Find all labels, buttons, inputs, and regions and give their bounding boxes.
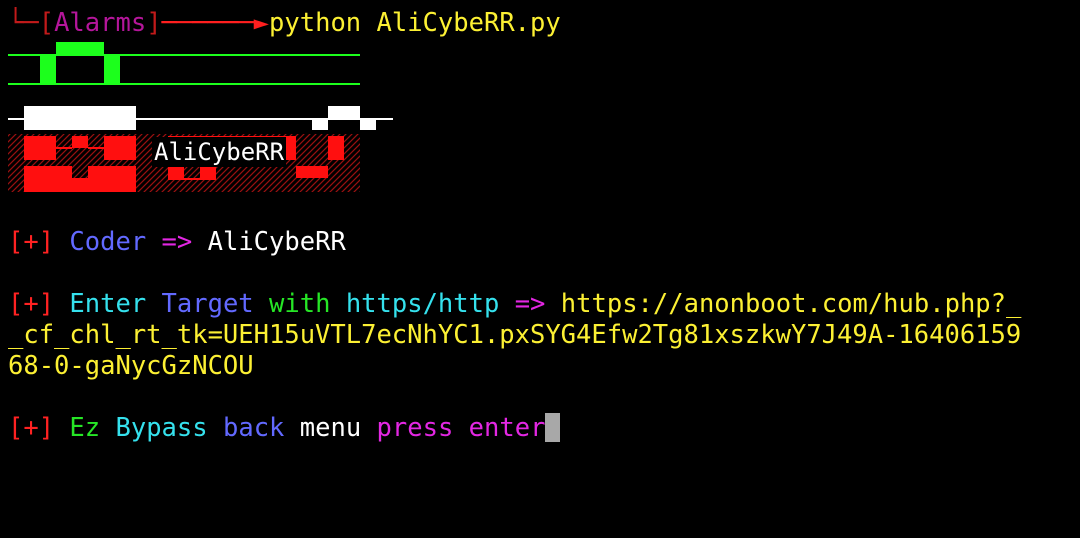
target-line: [+] Enter Target with https/http => http…	[8, 289, 1074, 382]
bypass-word-menu: menu	[299, 413, 362, 443]
terminal-window[interactable]: └─[Alarms]──────►python AliCybeRR.py Ali…	[0, 0, 1080, 538]
coder-line: [+] Coder => AliCybeRR	[8, 227, 346, 258]
prompt-arrow-icon: ──────►	[161, 8, 270, 38]
bypass-word-back: back	[222, 413, 285, 443]
coder-label: Coder	[69, 227, 147, 257]
prompt-tree-glyph: └─	[8, 8, 39, 38]
bypass-word-press: press	[376, 413, 454, 443]
target-url-part1: https://anonboot.com/hub.php?_	[560, 289, 1022, 319]
prompt-bracket-close: ]	[146, 8, 162, 38]
prompt-context: Alarms	[54, 8, 147, 38]
target-url-part2: _cf_chl_rt_tk=UEH15uVTL7ecNhYC1.pxSYG4Ef…	[8, 320, 1022, 350]
target-marker: [+]	[8, 289, 55, 319]
bypass-line: [+] Ez Bypass back menu press enter	[8, 413, 561, 444]
target-word-protocol: https/http	[345, 289, 500, 319]
prompt-command: python AliCybeRR.py	[269, 8, 561, 38]
prompt-bracket-open: [	[38, 8, 55, 38]
target-word-with: with	[269, 289, 331, 319]
prompt-line: └─[Alarms]──────►python AliCybeRR.py	[8, 8, 561, 39]
bypass-marker: [+]	[8, 413, 55, 443]
bypass-word-bypass: Bypass	[115, 413, 208, 443]
banner-green-block	[8, 42, 360, 85]
target-word-enter: Enter	[69, 289, 147, 319]
coder-arrow: =>	[161, 227, 193, 257]
banner-art	[8, 42, 393, 192]
target-url-part3: 68-0-gaNycGzNCOU	[8, 351, 254, 381]
ascii-banner: AliCybeRR	[0, 36, 400, 196]
target-word-target: Target	[161, 289, 254, 319]
bypass-word-ez: Ez	[69, 413, 101, 443]
banner-name: AliCybeRR	[152, 137, 287, 167]
coder-marker: [+]	[8, 227, 55, 257]
target-arrow: =>	[514, 289, 546, 319]
terminal-cursor[interactable]	[545, 413, 561, 442]
coder-value: AliCybeRR	[207, 227, 346, 257]
bypass-word-enter: enter	[468, 413, 546, 443]
banner-white-block	[8, 106, 393, 130]
